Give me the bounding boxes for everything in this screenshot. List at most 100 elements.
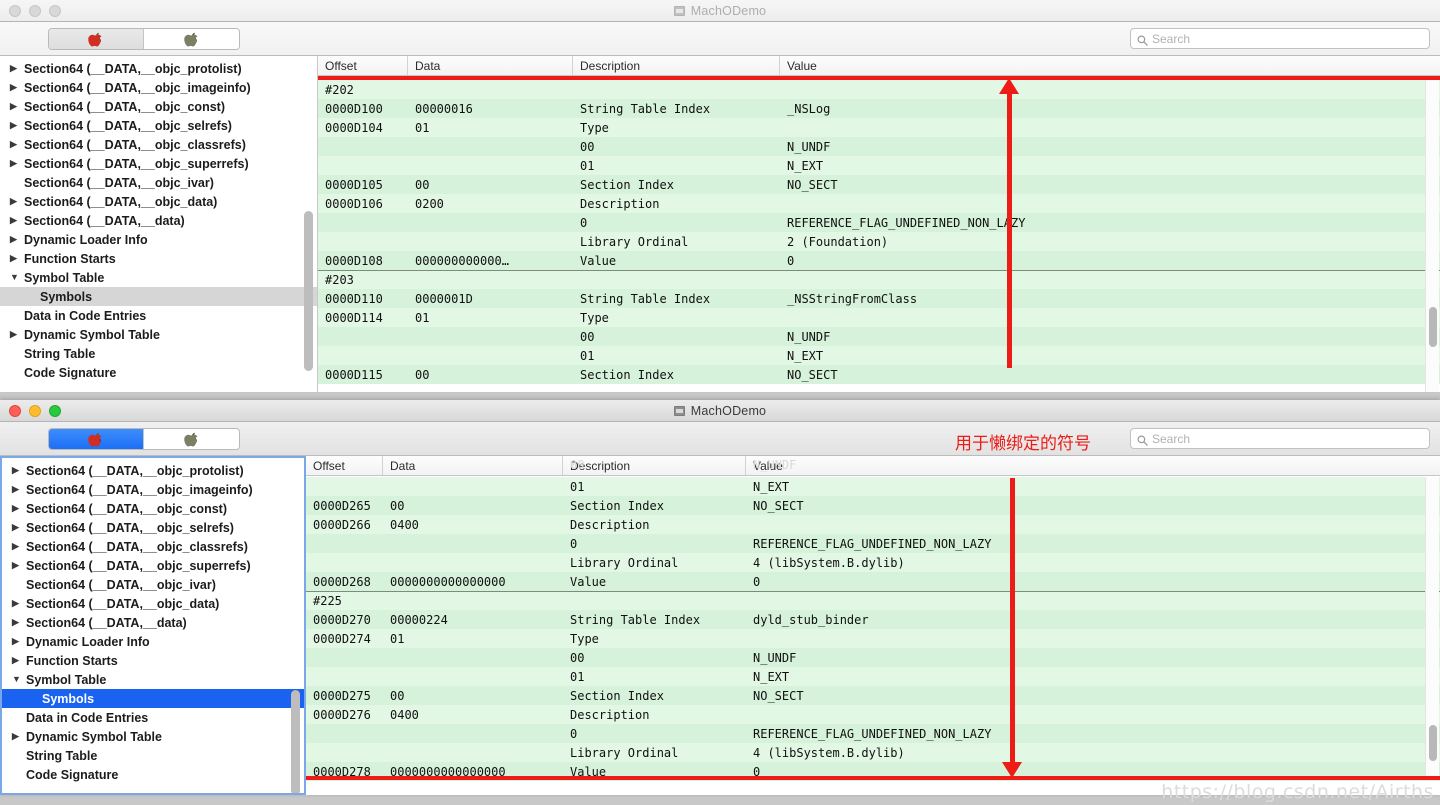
table-row[interactable]: 0000D104 01 Type <box>318 118 1440 137</box>
table-scrollbar-thumb-bottom[interactable] <box>1429 725 1437 761</box>
zoom-button[interactable] <box>49 404 61 417</box>
chevron-right-icon[interactable]: ▶ <box>12 656 24 665</box>
sidebar-item-section64-data-objc-ivar[interactable]: Section64 (__DATA,__objc_ivar) <box>2 575 304 594</box>
sidebar-item-symbol-table[interactable]: ▼ Symbol Table <box>0 268 317 287</box>
table-row[interactable]: Library Ordinal 2 (Foundation) <box>318 232 1440 251</box>
close-button[interactable] <box>9 404 21 417</box>
table-row[interactable]: 0000D275 00 Section Index NO_SECT <box>306 686 1440 705</box>
sidebar-item-symbols[interactable]: Symbols <box>0 287 317 306</box>
table-row[interactable]: 0000D100 00000016 String Table Index _NSLog <box>318 99 1440 118</box>
sidebar-tree-bottom[interactable]: ▶ Section64 (__DATA,__objc_protolist) ▶ Sec… <box>2 458 304 784</box>
segment-red-apple-top[interactable] <box>49 29 144 49</box>
chevron-right-icon[interactable]: ▶ <box>10 83 22 92</box>
segment-gray-apple-top[interactable] <box>144 29 239 49</box>
sidebar-item-string-table[interactable]: String Table <box>0 344 317 363</box>
table-row[interactable]: 0000D106 0200 Description <box>318 194 1440 213</box>
sidebar-item-section64-data-objc-data[interactable]: ▶ Section64 (__DATA,__objc_data) <box>2 594 304 613</box>
chevron-right-icon[interactable]: ▶ <box>10 121 22 130</box>
column-header-offset[interactable]: Offset <box>306 456 383 475</box>
column-header-description[interactable]: Description <box>563 456 746 475</box>
chevron-right-icon[interactable]: ▶ <box>12 485 24 494</box>
column-header-value[interactable]: Value <box>780 56 1440 75</box>
chevron-right-icon[interactable]: ▶ <box>10 197 22 206</box>
chevron-right-icon[interactable]: ▶ <box>10 102 22 111</box>
sidebar-item-section64-data-objc-imageinfo[interactable]: ▶ Section64 (__DATA,__objc_imageinfo) <box>0 78 317 97</box>
table-group-row[interactable]: #225 <box>306 591 1440 610</box>
table-scrollbar-thumb-top[interactable] <box>1429 307 1437 347</box>
chevron-right-icon[interactable]: ▶ <box>12 618 24 627</box>
table-row[interactable]: Library Ordinal 4 (libSystem.B.dylib) <box>306 743 1440 762</box>
table-row[interactable]: 0000D265 00 Section Index NO_SECT <box>306 496 1440 515</box>
chevron-right-icon[interactable]: ▶ <box>10 254 22 263</box>
sidebar-item-section64-data-objc-imageinfo[interactable]: ▶ Section64 (__DATA,__objc_imageinfo) <box>2 480 304 499</box>
sidebar-scrollbar-thumb-bottom[interactable] <box>291 690 300 793</box>
table-row[interactable]: 00 N_UNDF <box>318 327 1440 346</box>
sidebar-item-section64-data-objc-classrefs[interactable]: ▶ Section64 (__DATA,__objc_classrefs) <box>0 135 317 154</box>
chevron-right-icon[interactable]: ▶ <box>12 732 24 741</box>
traffic-lights-top[interactable] <box>0 4 61 17</box>
chevron-down-icon[interactable]: ▼ <box>10 273 22 282</box>
sidebar-item-symbols[interactable]: Symbols <box>2 689 304 708</box>
column-header-data[interactable]: Data <box>408 56 573 75</box>
sidebar-bottom[interactable]: ▶ Section64 (__DATA,__objc_protolist) ▶ Sec… <box>0 456 306 795</box>
sidebar-item-section64-data-objc-superrefs[interactable]: ▶ Section64 (__DATA,__objc_superrefs) <box>2 556 304 575</box>
traffic-lights-bottom[interactable] <box>0 404 61 417</box>
zoom-button[interactable] <box>49 4 61 17</box>
table-row[interactable]: 0000D268 0000000000000000 Value 0 <box>306 572 1440 591</box>
chevron-right-icon[interactable]: ▶ <box>12 504 24 513</box>
chevron-right-icon[interactable]: ▶ <box>10 140 22 149</box>
table-row[interactable]: 0 REFERENCE_FLAG_UNDEFINED_NON_LAZY <box>306 724 1440 743</box>
titlebar-top[interactable]: MachODemo <box>0 0 1440 22</box>
table-row[interactable]: 0000D108 000000000000… Value 0 <box>318 251 1440 270</box>
sidebar-tree-top[interactable]: ▶ Section64 (__DATA,__objc_protolist) ▶ Sec… <box>0 56 317 382</box>
sidebar-item-section64-data-data[interactable]: ▶ Section64 (__DATA,__data) <box>2 613 304 632</box>
segment-red-apple-bottom[interactable] <box>49 429 144 449</box>
chevron-right-icon[interactable]: ▶ <box>12 599 24 608</box>
table-row[interactable]: 0000D276 0400 Description <box>306 705 1440 724</box>
table-row[interactable]: 0000D114 01 Type <box>318 308 1440 327</box>
column-header-value[interactable]: Value <box>746 456 1440 475</box>
table-row[interactable]: 0000D105 00 Section Index NO_SECT <box>318 175 1440 194</box>
sidebar-item-code-signature[interactable]: Code Signature <box>0 363 317 382</box>
table-row[interactable]: 00 N_UNDF <box>318 137 1440 156</box>
search-field-bottom[interactable]: Search <box>1130 428 1430 449</box>
search-field-top[interactable]: Search <box>1130 28 1430 49</box>
table-scrollbar-top[interactable] <box>1425 77 1439 392</box>
sidebar-item-section64-data-objc-data[interactable]: ▶ Section64 (__DATA,__objc_data) <box>0 192 317 211</box>
chevron-right-icon[interactable]: ▶ <box>10 64 22 73</box>
chevron-right-icon[interactable]: ▶ <box>10 330 22 339</box>
sidebar-scrollbar-thumb-top[interactable] <box>304 211 313 371</box>
table-row[interactable]: 0000D110 0000001D String Table Index _NSStr… <box>318 289 1440 308</box>
sidebar-item-data-in-code-entries[interactable]: Data in Code Entries <box>0 306 317 325</box>
chevron-down-icon[interactable]: ▼ <box>12 675 24 684</box>
table-row[interactable]: 01 N_EXT <box>306 667 1440 686</box>
table-scrollbar-bottom[interactable] <box>1425 477 1439 776</box>
chevron-right-icon[interactable]: ▶ <box>12 637 24 646</box>
column-header-offset[interactable]: Offset <box>318 56 408 75</box>
sidebar-item-section64-data-objc-protolist[interactable]: ▶ Section64 (__DATA,__objc_protolist) <box>2 461 304 480</box>
toolbar-bottom[interactable]: Search 用于懒绑定的符号 <box>0 422 1440 456</box>
sidebar-item-section64-data-objc-const[interactable]: ▶ Section64 (__DATA,__objc_const) <box>2 499 304 518</box>
table-row[interactable]: 0000D270 00000224 String Table Index dyld_s… <box>306 610 1440 629</box>
chevron-right-icon[interactable]: ▶ <box>12 466 24 475</box>
chevron-right-icon[interactable]: ▶ <box>10 159 22 168</box>
view-mode-segmented-control-top[interactable] <box>48 28 240 50</box>
sidebar-item-section64-data-objc-ivar[interactable]: Section64 (__DATA,__objc_ivar) <box>0 173 317 192</box>
sidebar-item-section64-data-objc-selrefs[interactable]: ▶ Section64 (__DATA,__objc_selrefs) <box>2 518 304 537</box>
sidebar-item-section64-data-objc-protolist[interactable]: ▶ Section64 (__DATA,__objc_protolist) <box>0 59 317 78</box>
sidebar-item-section64-data-objc-classrefs[interactable]: ▶ Section64 (__DATA,__objc_classrefs) <box>2 537 304 556</box>
sidebar-item-dynamic-symbol-table[interactable]: ▶ Dynamic Symbol Table <box>2 727 304 746</box>
segment-gray-apple-bottom[interactable] <box>144 429 239 449</box>
sidebar-item-dynamic-loader-info[interactable]: ▶ Dynamic Loader Info <box>0 230 317 249</box>
sidebar-item-symbol-table[interactable]: ▼ Symbol Table <box>2 670 304 689</box>
chevron-right-icon[interactable]: ▶ <box>10 216 22 225</box>
table-group-row[interactable]: #203 <box>318 270 1440 289</box>
chevron-right-icon[interactable]: ▶ <box>12 523 24 532</box>
sidebar-item-data-in-code-entries[interactable]: Data in Code Entries <box>2 708 304 727</box>
minimize-button[interactable] <box>29 4 41 17</box>
window-machodemo-bottom[interactable]: MachODemo Search 用于懒绑定的符号 ▶ Section64 (_… <box>0 400 1440 795</box>
sidebar-item-section64-data-objc-const[interactable]: ▶ Section64 (__DATA,__objc_const) <box>0 97 317 116</box>
close-button[interactable] <box>9 4 21 17</box>
table-header-bottom[interactable]: Offset Data Description Value <box>306 456 1440 476</box>
table-body-bottom[interactable]: 01 N_EXT 0000D265 00 Section Index NO_SECT 000… <box>306 476 1440 781</box>
